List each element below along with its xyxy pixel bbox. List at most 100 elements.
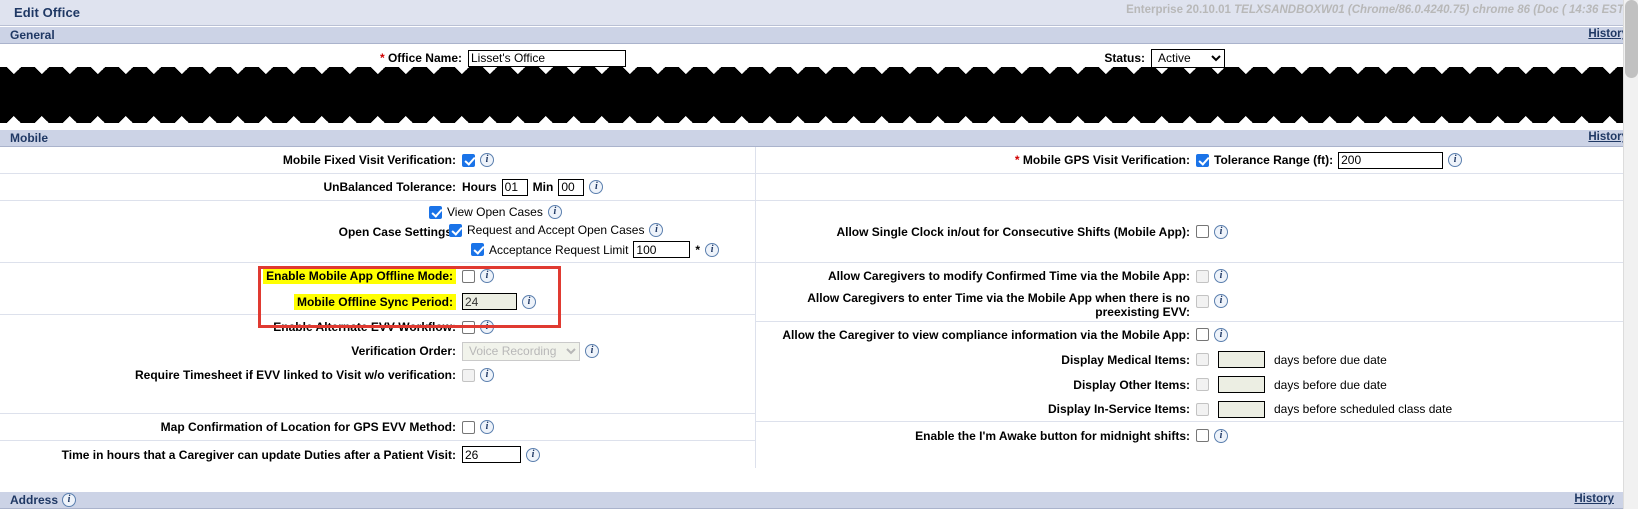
modify-confirmed-checkbox[interactable]: [1196, 269, 1209, 283]
address-info-icon[interactable]: i: [62, 493, 77, 507]
vertical-scrollbar[interactable]: [1623, 0, 1638, 509]
mobile-right-column: * Mobile GPS Visit Verification: Toleran…: [755, 147, 1638, 468]
offline-sync-control: i: [462, 293, 536, 310]
duties-update-control: i: [462, 446, 540, 463]
row-unbalanced-tolerance: UnBalanced Tolerance: Hours Min i: [0, 174, 755, 201]
offline-sync-input[interactable]: [462, 293, 517, 310]
request-accept-open-cases-info-icon[interactable]: i: [649, 223, 664, 237]
require-timesheet-checkbox[interactable]: [462, 368, 475, 382]
tolerance-range-info-icon[interactable]: i: [1448, 153, 1463, 167]
mobile-fixed-visit-label: Mobile Fixed Visit Verification:: [282, 153, 456, 167]
row-modify-confirmed-time: Allow Caregivers to modify Confirmed Tim…: [756, 263, 1638, 289]
gps-visit-control: Tolerance Range (ft): i: [1196, 151, 1463, 169]
verification-order-info-icon[interactable]: i: [585, 344, 599, 358]
redacted-content-band: [0, 67, 1624, 123]
unbalanced-tolerance-info-icon[interactable]: i: [589, 180, 604, 194]
duties-update-info-icon[interactable]: i: [526, 447, 540, 462]
single-clock-checkbox[interactable]: [1196, 225, 1209, 238]
environment-version: Enterprise 20.10.01: [1126, 4, 1231, 16]
view-open-cases-info-icon[interactable]: i: [547, 205, 562, 219]
im-awake-label: Enable the I'm Awake button for midnight…: [915, 428, 1190, 443]
view-open-cases-checkbox[interactable]: [429, 205, 442, 219]
display-other-control: days before due date: [1196, 376, 1387, 393]
row-mobile-fixed-visit-verification: Mobile Fixed Visit Verification: i: [0, 147, 755, 174]
modify-confirmed-label: Allow Caregivers to modify Confirmed Tim…: [827, 269, 1190, 283]
section-title-mobile: Mobile: [10, 131, 48, 145]
modify-confirmed-info-icon[interactable]: i: [1214, 269, 1228, 283]
im-awake-info-icon[interactable]: i: [1214, 428, 1228, 443]
acceptance-request-limit-row: Acceptance Request Limit * i: [471, 241, 720, 258]
row-enable-mobile-app-offline-mode: Enable Mobile App Offline Mode: i: [0, 263, 755, 289]
display-other-days-input[interactable]: [1218, 376, 1265, 393]
row-enable-alternate-evv-workflow: Enable Alternate EVV Workflow: i: [0, 315, 755, 339]
row-im-awake-button: Enable the I'm Awake button for midnight…: [756, 422, 1638, 449]
display-medical-label: Display Medical Items:: [1061, 352, 1190, 367]
alternate-evv-info-icon[interactable]: i: [480, 320, 494, 334]
mobile-fixed-visit-control: i: [462, 153, 494, 167]
unbalanced-tolerance-control: Hours Min i: [462, 178, 604, 196]
page-title: Edit Office: [14, 5, 81, 20]
row-mobile-offline-sync-period: Mobile Offline Sync Period: i: [0, 289, 755, 315]
acceptance-request-limit-checkbox[interactable]: [471, 243, 484, 256]
tolerance-range-input[interactable]: [1338, 151, 1444, 169]
view-compliance-checkbox[interactable]: [1196, 328, 1209, 341]
redaction-zigzag-bottom: [0, 109, 1624, 123]
enter-time-info-icon[interactable]: i: [1214, 294, 1228, 308]
status-label: Status:: [1104, 51, 1145, 65]
map-confirmation-checkbox[interactable]: [462, 420, 475, 434]
acceptance-request-limit-info-icon[interactable]: i: [705, 242, 720, 257]
mobile-fixed-visit-checkbox[interactable]: [462, 153, 475, 167]
require-timesheet-info-icon[interactable]: i: [480, 368, 494, 382]
offline-sync-label: Mobile Offline Sync Period:: [0, 293, 462, 310]
request-accept-open-cases-row: Request and Accept Open Cases i: [449, 223, 719, 237]
unbalanced-hours-label: Hours: [462, 180, 497, 194]
offline-mode-checkbox[interactable]: [462, 269, 475, 283]
redaction-zigzag-top: [0, 67, 1624, 81]
view-compliance-label: Allow the Caregiver to view compliance i…: [782, 327, 1190, 342]
gps-visit-checkbox[interactable]: [1196, 153, 1209, 167]
enter-time-control: i: [1196, 294, 1228, 308]
verification-order-select[interactable]: Voice Recording: [462, 341, 580, 361]
enter-time-checkbox[interactable]: [1196, 294, 1209, 308]
row-open-case-settings: Open Case Settings: View Open Cases i Re…: [0, 201, 755, 263]
view-compliance-control: i: [1196, 327, 1228, 342]
open-case-settings-options: View Open Cases i Request and Accept Ope…: [429, 205, 720, 258]
row-view-compliance: Allow the Caregiver to view compliance i…: [756, 322, 1638, 347]
gps-visit-label: * Mobile GPS Visit Verification:: [756, 153, 1196, 167]
offline-mode-info-icon[interactable]: i: [480, 269, 494, 283]
offline-sync-info-icon[interactable]: i: [522, 294, 536, 309]
unbalanced-hours-input[interactable]: [501, 178, 528, 196]
offline-mode-label: Enable Mobile App Offline Mode:: [0, 268, 462, 284]
im-awake-checkbox[interactable]: [1196, 429, 1209, 442]
mobile-fixed-visit-info-icon[interactable]: i: [480, 153, 494, 167]
office-name-required-star: *: [379, 51, 385, 65]
view-compliance-info-icon[interactable]: i: [1214, 327, 1228, 342]
alternate-evv-control: i: [462, 320, 494, 334]
row-display-medical-items: Display Medical Items: days before due d…: [756, 347, 1638, 372]
single-clock-info-icon[interactable]: i: [1214, 224, 1228, 239]
display-medical-days-input[interactable]: [1218, 351, 1265, 368]
map-confirmation-info-icon[interactable]: i: [480, 420, 494, 434]
edit-office-page: Edit Office Enterprise 20.10.01 TELXSAND…: [0, 0, 1638, 509]
display-medical-checkbox[interactable]: [1196, 353, 1209, 366]
section-header-address: Address i History: [0, 491, 1624, 509]
vertical-scrollbar-thumb[interactable]: [1625, 0, 1638, 78]
acceptance-request-limit-required-star: *: [695, 242, 701, 257]
display-inservice-days-input[interactable]: [1218, 400, 1265, 418]
request-accept-open-cases-checkbox[interactable]: [449, 223, 462, 237]
office-name-input[interactable]: [468, 49, 626, 67]
address-history-link[interactable]: History: [1574, 493, 1614, 505]
display-other-checkbox[interactable]: [1196, 378, 1209, 391]
display-inservice-checkbox[interactable]: [1196, 402, 1209, 416]
status-select[interactable]: Active: [1151, 48, 1225, 68]
section-header-mobile: Mobile History: [0, 129, 1638, 147]
section-title-general: General: [10, 28, 55, 42]
office-name-control: [468, 49, 626, 67]
duties-update-input[interactable]: [462, 446, 521, 463]
duties-update-label: Time in hours that a Caregiver can updat…: [61, 447, 456, 462]
office-name-label-text: Office Name:: [387, 51, 462, 65]
unbalanced-min-input[interactable]: [558, 178, 585, 196]
offline-sync-label-text: Mobile Offline Sync Period:: [293, 293, 456, 310]
alternate-evv-checkbox[interactable]: [462, 320, 475, 334]
acceptance-request-limit-input[interactable]: [633, 241, 691, 258]
